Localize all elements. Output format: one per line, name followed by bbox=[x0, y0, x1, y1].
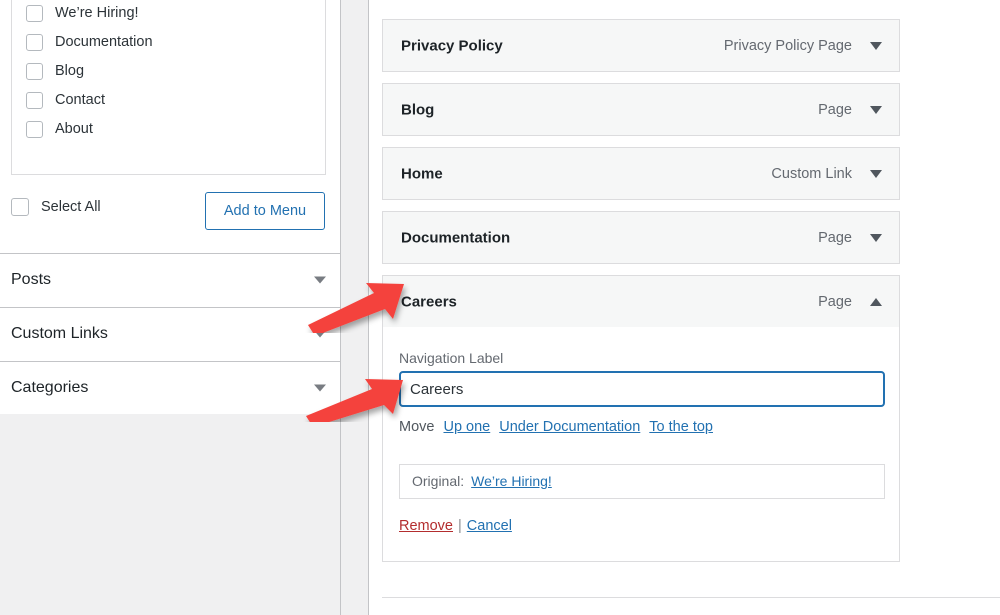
cancel-link[interactable]: Cancel bbox=[467, 518, 512, 534]
accordion-custom-links[interactable]: Custom Links bbox=[0, 307, 340, 360]
list-item-label: Contact bbox=[55, 92, 105, 109]
move-under-documentation-link[interactable]: Under Documentation bbox=[499, 419, 640, 435]
available-items-listbox[interactable]: We’re Hiring! Documentation Blog Contact… bbox=[11, 0, 326, 175]
menu-item-type: Privacy Policy Page bbox=[723, 37, 852, 54]
checkbox-icon[interactable] bbox=[26, 121, 43, 138]
accordion-title: Categories bbox=[11, 379, 89, 396]
original-label: Original: bbox=[412, 473, 465, 489]
list-item-label: Blog bbox=[55, 63, 85, 80]
list-item[interactable]: Documentation bbox=[12, 28, 325, 57]
list-item[interactable]: Contact bbox=[12, 86, 325, 115]
menu-item-row-careers[interactable]: Careers Page bbox=[382, 275, 900, 328]
checkbox-icon[interactable] bbox=[26, 5, 43, 22]
chevron-down-icon[interactable] bbox=[870, 41, 882, 50]
menu-item-row[interactable]: Home Custom Link bbox=[382, 147, 900, 200]
menu-item-title: Documentation bbox=[401, 229, 511, 246]
accordion-title: Custom Links bbox=[11, 325, 108, 342]
item-action-row: Remove | Cancel bbox=[399, 518, 512, 534]
chevron-down-icon[interactable] bbox=[314, 384, 326, 392]
chevron-down-icon[interactable] bbox=[314, 330, 326, 338]
list-item[interactable]: Blog bbox=[12, 57, 325, 86]
accordion-title: Posts bbox=[11, 271, 52, 288]
menu-item-row[interactable]: Privacy Policy Privacy Policy Page bbox=[382, 19, 900, 72]
menu-item-row[interactable]: Blog Page bbox=[382, 83, 900, 136]
bottom-divider bbox=[382, 597, 1000, 598]
checkbox-icon[interactable] bbox=[26, 92, 43, 109]
add-to-menu-button[interactable]: Add to Menu bbox=[205, 192, 325, 230]
checkbox-icon[interactable] bbox=[26, 34, 43, 51]
select-all-label: Select All bbox=[41, 199, 101, 215]
list-item[interactable]: We’re Hiring! bbox=[12, 0, 325, 28]
navigation-label-input[interactable] bbox=[399, 371, 885, 407]
move-row: Move Up one Under Documentation To the top bbox=[399, 419, 713, 435]
menu-item-type: Page bbox=[818, 101, 852, 118]
chevron-down-icon[interactable] bbox=[870, 169, 882, 178]
column-gutter bbox=[341, 0, 368, 615]
list-item-label: We’re Hiring! bbox=[55, 5, 139, 22]
menu-structure-panel: Privacy Policy Privacy Policy Page Blog … bbox=[369, 0, 1000, 615]
menu-item-title: Blog bbox=[401, 101, 435, 118]
checkbox-icon[interactable] bbox=[26, 63, 43, 80]
original-link[interactable]: We’re Hiring! bbox=[471, 473, 552, 489]
move-label: Move bbox=[399, 419, 435, 435]
accordion-categories[interactable]: Categories bbox=[0, 361, 340, 414]
menu-item-row[interactable]: Documentation Page bbox=[382, 211, 900, 264]
remove-link[interactable]: Remove bbox=[399, 518, 453, 534]
navigation-label-label: Navigation Label bbox=[399, 350, 504, 366]
select-all-row[interactable]: Select All bbox=[11, 198, 101, 216]
original-field: Original: We’re Hiring! bbox=[399, 464, 885, 499]
menu-item-type: Custom Link bbox=[771, 165, 852, 182]
list-item-label: About bbox=[55, 121, 93, 138]
chevron-down-icon[interactable] bbox=[870, 233, 882, 242]
list-item[interactable]: About bbox=[12, 115, 325, 144]
add-menu-items-panel: We’re Hiring! Documentation Blog Contact… bbox=[0, 0, 340, 414]
menu-item-type: Page bbox=[818, 293, 852, 310]
list-item-label: Documentation bbox=[55, 34, 153, 51]
chevron-down-icon[interactable] bbox=[314, 276, 326, 284]
action-separator: | bbox=[458, 518, 462, 534]
move-up-one-link[interactable]: Up one bbox=[443, 419, 490, 435]
menu-item-title: Privacy Policy bbox=[401, 37, 503, 54]
menu-item-title: Home bbox=[401, 165, 443, 182]
accordion-posts[interactable]: Posts bbox=[0, 253, 340, 306]
chevron-down-icon[interactable] bbox=[870, 105, 882, 114]
menu-item-title: Careers bbox=[401, 293, 457, 310]
select-all-checkbox-icon[interactable] bbox=[11, 198, 29, 216]
chevron-up-icon[interactable] bbox=[870, 297, 882, 306]
move-to-the-top-link[interactable]: To the top bbox=[649, 419, 713, 435]
menu-item-type: Page bbox=[818, 229, 852, 246]
wordpress-menu-editor: We’re Hiring! Documentation Blog Contact… bbox=[0, 0, 1000, 615]
menu-item-settings-panel: Navigation Label Move Up one Under Documen… bbox=[382, 327, 900, 562]
